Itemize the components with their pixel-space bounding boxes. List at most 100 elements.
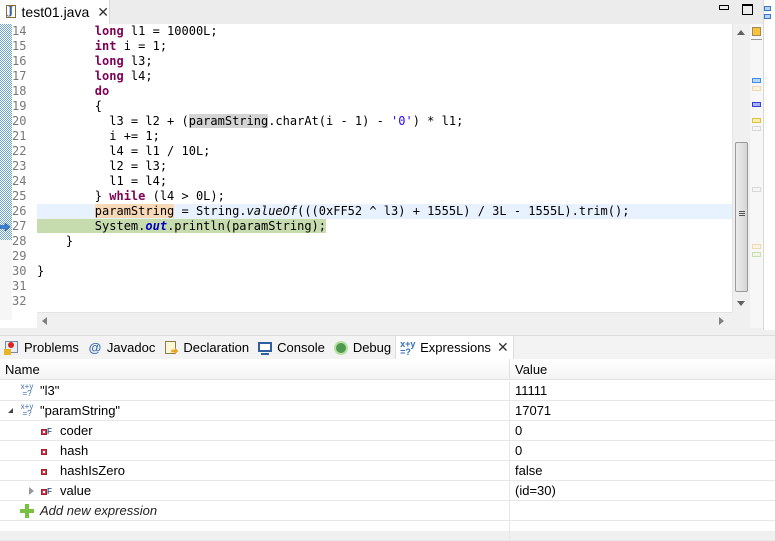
code-line-20: l3 = l2 + (paramString.charAt(i - 1) - '… — [37, 114, 732, 129]
line-number[interactable]: 31 — [12, 279, 37, 294]
column-header-value[interactable]: Value — [510, 359, 775, 380]
add-icon — [20, 504, 34, 518]
keyword: while — [109, 189, 146, 203]
variable-row-hashiszero[interactable]: hashIsZero false — [0, 461, 775, 481]
editor-tab-bar: J test01.java ✕ — [0, 0, 775, 24]
code-editor[interactable]: 14 15 16 17 18 19 20 21 22 23 24 25 26 27 28 29 30 31 32 l… — [0, 24, 763, 328]
add-new-expression-label[interactable]: Add new expression — [40, 501, 157, 521]
code-line-15: int i = 1; — [37, 39, 732, 54]
tab-problems[interactable]: Problems — [0, 336, 83, 360]
line-number[interactable]: 24 — [12, 174, 37, 189]
close-icon[interactable]: ✕ — [97, 5, 109, 19]
expressions-view: Name Value x+y =? "l3" 11111 x+y =? "param… — [0, 359, 775, 541]
scroll-left-icon[interactable] — [42, 317, 47, 325]
vertical-scrollbar[interactable] — [732, 24, 749, 312]
variable-row-hash[interactable]: hash 0 — [0, 441, 775, 461]
code-text: l3 = l2 + ( — [37, 114, 189, 128]
line-number[interactable]: 26 — [12, 204, 37, 219]
line-number[interactable]: 20 — [12, 114, 37, 129]
code-line-18: do — [37, 84, 732, 99]
expressions-icon: x+y =? — [400, 339, 416, 356]
code-text: l4 = l1 / 10L; — [37, 144, 211, 158]
maximize-icon[interactable] — [742, 4, 753, 15]
char-literal: '0' — [391, 114, 413, 128]
name-cell: F value — [0, 481, 510, 501]
side-panel-edge — [763, 0, 775, 330]
line-number[interactable]: 21 — [12, 129, 37, 144]
name-cell: hashIsZero — [0, 461, 510, 481]
variable-name: value — [60, 483, 92, 498]
debug-annotation-ruler — [0, 24, 12, 240]
horizontal-scrollbar[interactable] — [37, 312, 732, 328]
line-number[interactable]: 28 — [12, 234, 37, 249]
line-number[interactable]: 17 — [12, 69, 37, 84]
icon-glyph: =? — [22, 409, 32, 418]
line-number[interactable]: 16 — [12, 54, 37, 69]
name-cell: Add new expression — [0, 501, 510, 521]
expand-toggle-icon[interactable] — [26, 486, 36, 496]
scroll-up-icon[interactable] — [737, 30, 745, 35]
minimize-icon[interactable] — [719, 5, 729, 10]
watch-expression-icon: x+y =? — [18, 383, 36, 399]
overview-mark[interactable] — [752, 126, 761, 131]
tab-console[interactable]: Console — [253, 336, 329, 360]
code-text: } — [37, 264, 45, 278]
overview-mark[interactable] — [752, 118, 761, 123]
panel-mini-icon[interactable] — [764, 14, 771, 19]
variable-value: 0 — [515, 423, 523, 438]
overview-mark[interactable] — [752, 244, 761, 249]
expression-value: 17071 — [515, 403, 552, 418]
column-header-name[interactable]: Name — [0, 359, 510, 380]
tab-label: Javadoc — [106, 340, 156, 355]
overview-mark[interactable] — [752, 102, 761, 107]
scroll-right-icon[interactable] — [719, 317, 724, 325]
close-icon[interactable]: ✕ — [497, 339, 509, 356]
add-new-expression-row[interactable]: Add new expression — [0, 501, 775, 521]
icon-glyph: F — [47, 427, 52, 436]
line-number[interactable]: 23 — [12, 159, 37, 174]
overview-mark[interactable] — [752, 78, 761, 83]
expression-row-l3[interactable]: x+y =? "l3" 11111 — [0, 381, 775, 401]
watch-expression-icon: x+y =? — [18, 403, 36, 419]
line-number[interactable]: 32 — [12, 294, 37, 309]
tab-javadoc[interactable]: @ Javadoc — [83, 336, 159, 360]
icon-glyph: F — [47, 487, 52, 496]
code-line-17: long l4; — [37, 69, 732, 84]
line-number[interactable]: 22 — [12, 144, 37, 159]
ruler-separator — [751, 39, 762, 40]
line-number[interactable]: 27 — [12, 219, 37, 234]
code-line-19: { — [37, 99, 732, 114]
overview-mark[interactable] — [752, 252, 761, 257]
tab-declaration[interactable]: Declaration — [159, 336, 253, 360]
panel-mini-icon[interactable] — [764, 6, 771, 11]
line-number[interactable]: 19 — [12, 99, 37, 114]
java-file-icon: J — [4, 4, 16, 20]
overview-ruler[interactable] — [749, 24, 763, 328]
overview-status-icon[interactable] — [752, 27, 761, 36]
line-number[interactable]: 30 — [12, 264, 37, 279]
tab-expressions[interactable]: x+y =? Expressions ✕ — [395, 335, 514, 360]
code-text: .charAt(i - 1) - — [268, 114, 392, 128]
line-number[interactable]: 18 — [12, 84, 37, 99]
variable-row-coder[interactable]: F coder 0 — [0, 421, 775, 441]
variable-row-value[interactable]: F value (id=30) — [0, 481, 775, 501]
empty-row — [0, 521, 775, 541]
line-number[interactable]: 25 — [12, 189, 37, 204]
code-text: l4; — [123, 69, 153, 83]
line-number[interactable]: 29 — [12, 249, 37, 264]
overview-mark[interactable] — [752, 86, 761, 91]
overview-mark[interactable] — [752, 187, 761, 192]
name-cell — [0, 521, 510, 541]
editor-tab-test01-java[interactable]: J test01.java ✕ — [0, 0, 110, 24]
scrollbar-thumb[interactable] — [735, 142, 748, 292]
line-number[interactable]: 14 — [12, 24, 37, 39]
scroll-down-icon[interactable] — [737, 301, 745, 306]
collapse-toggle-icon[interactable] — [6, 406, 16, 416]
tab-debug[interactable]: Debug — [329, 336, 395, 360]
line-number[interactable]: 15 — [12, 39, 37, 54]
expression-row-paramstring[interactable]: x+y =? "paramString" 17071 — [0, 401, 775, 421]
